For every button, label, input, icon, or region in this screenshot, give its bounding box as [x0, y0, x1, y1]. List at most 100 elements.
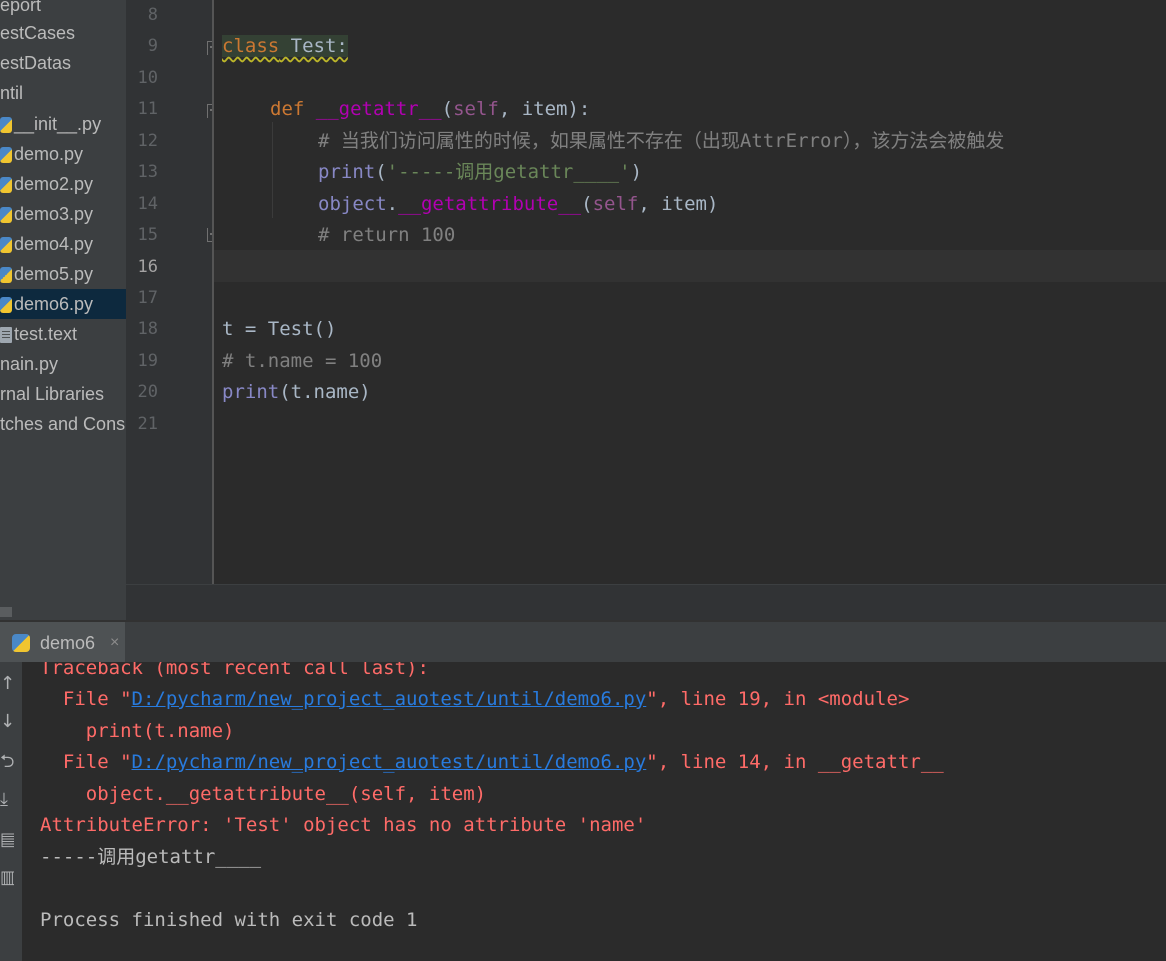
tree-item-demo6-py[interactable]: demo6.py — [0, 289, 126, 319]
caret-row-highlight — [214, 250, 1166, 282]
tree-item-testdatas[interactable]: estDatas — [0, 48, 126, 78]
python-file-icon — [0, 207, 12, 223]
file-link[interactable]: D:/pycharm/new_project_auotest/until/dem… — [132, 688, 647, 710]
scroll-to-end-icon[interactable]: ⤓ — [0, 790, 14, 810]
line-number: 19 — [137, 351, 158, 371]
keyword: def — [270, 98, 305, 120]
indent-guide — [272, 122, 273, 218]
tree-item-main-py[interactable]: nain.py — [0, 349, 126, 379]
project-tree: eport estCases estDatas ntil __init__.py… — [0, 0, 126, 620]
line-number: 14 — [137, 194, 158, 214]
close-icon[interactable]: × — [110, 622, 119, 664]
tree-item-demo3-py[interactable]: demo3.py — [0, 199, 126, 229]
code-editor[interactable]: class Test: def __getattr__(self, item):… — [214, 0, 1166, 584]
tree-item-label: estCases — [0, 23, 76, 43]
trash-icon[interactable]: ▥ — [0, 868, 14, 888]
method-call: __getattribute__ — [398, 193, 582, 215]
args: , item) — [638, 193, 719, 215]
self-param: self — [453, 98, 499, 120]
code-line-12: # 当我们访问属性的时候，如果属性不存在（出现AttrError），该方法会被触… — [318, 130, 1005, 152]
paren: ( — [441, 98, 454, 120]
line-number: 17 — [137, 288, 158, 308]
tree-item-demo-py[interactable]: demo.py — [0, 139, 126, 169]
editor-horizontal-scrollbar[interactable] — [126, 584, 1166, 620]
tree-item-label: tches and Cons — [0, 414, 126, 434]
console-error-line: AttributeError: 'Test' object has no att… — [40, 814, 647, 836]
console-frame-2: File "D:/pycharm/new_project_auotest/unt… — [40, 746, 944, 778]
line-number: 15 — [137, 225, 158, 245]
frame-prefix: File " — [40, 688, 132, 710]
sidebar-horizontal-scrollbar[interactable] — [0, 604, 126, 620]
builtin-object: object — [318, 193, 387, 215]
tree-item-label: demo6.py — [14, 294, 94, 314]
console-frame-1-code: print(t.name) — [40, 720, 235, 742]
tree-item-label: nain.py — [0, 354, 59, 374]
print-icon[interactable]: ▤ — [0, 830, 14, 850]
console-frame-1: File "D:/pycharm/new_project_auotest/unt… — [40, 683, 910, 715]
class-name: Test: — [279, 35, 348, 57]
args: (t.name) — [279, 381, 371, 403]
up-arrow-icon[interactable]: ↑ — [0, 674, 14, 694]
tree-item-init-py[interactable]: __init__.py — [0, 109, 126, 139]
python-file-icon — [0, 147, 12, 163]
tree-item-demo2-py[interactable]: demo2.py — [0, 169, 126, 199]
paren: ( — [375, 161, 387, 183]
run-panel-header: demo6 × — [0, 620, 1166, 664]
console-exit-line: Process finished with exit code 1 — [40, 909, 418, 931]
console-frame-2-code: object.__getattribute__(self, item) — [40, 783, 487, 805]
console-traceback-header: Traceback (most recent call last): — [40, 662, 429, 679]
python-file-icon — [0, 267, 12, 283]
tree-item-label: rnal Libraries — [0, 384, 105, 404]
run-tab-label: demo6 — [40, 633, 96, 653]
code-line-14: object.__getattribute__(self, item) — [318, 188, 718, 220]
code-line-18: t = Test() — [222, 318, 337, 340]
tree-item-demo4-py[interactable]: demo4.py — [0, 229, 126, 259]
keyword: class — [222, 35, 280, 57]
line-number: 11 — [137, 99, 158, 119]
tree-item-label: test.text — [14, 324, 78, 344]
tree-item-report[interactable]: eport — [0, 0, 126, 20]
run-console[interactable]: Traceback (most recent call last): File … — [22, 662, 1166, 961]
frame-suffix: ", line 14, in __getattr__ — [646, 751, 944, 773]
python-file-icon — [0, 177, 12, 193]
frame-suffix: ", line 19, in <module> — [646, 688, 910, 710]
tree-item-external-libraries[interactable]: rnal Libraries — [0, 379, 126, 409]
builtin-print: print — [222, 381, 280, 403]
down-arrow-icon[interactable]: ↓ — [0, 712, 14, 732]
file-link[interactable]: D:/pycharm/new_project_auotest/until/dem… — [132, 751, 647, 773]
tree-item-until[interactable]: ntil — [0, 78, 126, 108]
params: , item): — [498, 98, 591, 120]
soft-wrap-icon[interactable]: ⮌ — [0, 752, 14, 772]
editor-gutter: 8 9 10 11 12 13 14 15 16 17 18 19 20 21 — [126, 0, 219, 584]
line-number: 10 — [137, 68, 158, 88]
paren: ) — [630, 161, 643, 183]
text-file-icon — [0, 327, 12, 343]
tree-item-label: demo3.py — [14, 204, 94, 224]
line-number-current: 16 — [137, 257, 158, 277]
paren: ( — [581, 193, 593, 215]
line-number: 12 — [137, 131, 158, 151]
python-run-icon — [12, 634, 30, 652]
tree-item-test-text[interactable]: test.text — [0, 319, 126, 349]
self-arg: self — [592, 193, 639, 215]
dot: . — [386, 193, 399, 215]
builtin-print: print — [318, 161, 376, 183]
code-line-9: class Test: — [222, 30, 348, 62]
code-line-15: # return 100 — [318, 224, 456, 246]
tree-item-label: demo5.py — [14, 264, 94, 284]
tree-item-label: eport — [0, 0, 42, 15]
method-name: __getattr__ — [315, 98, 442, 120]
line-number: 9 — [147, 36, 158, 56]
tree-item-testcases[interactable]: estCases — [0, 18, 126, 48]
run-tab-demo6[interactable]: demo6 × — [0, 622, 125, 664]
tree-item-demo5-py[interactable]: demo5.py — [0, 259, 126, 289]
tree-item-label: demo2.py — [14, 174, 94, 194]
line-number: 20 — [137, 382, 158, 402]
line-number: 18 — [137, 319, 158, 339]
tree-item-label: demo.py — [14, 144, 84, 164]
tree-item-scratches[interactable]: tches and Cons — [0, 409, 126, 439]
code-line-11: def __getattr__(self, item): — [270, 93, 590, 125]
tree-item-label: __init__.py — [14, 114, 102, 134]
string-literal: '-----调用getattr____' — [386, 161, 631, 183]
code-line-13: print('-----调用getattr____') — [318, 156, 642, 188]
